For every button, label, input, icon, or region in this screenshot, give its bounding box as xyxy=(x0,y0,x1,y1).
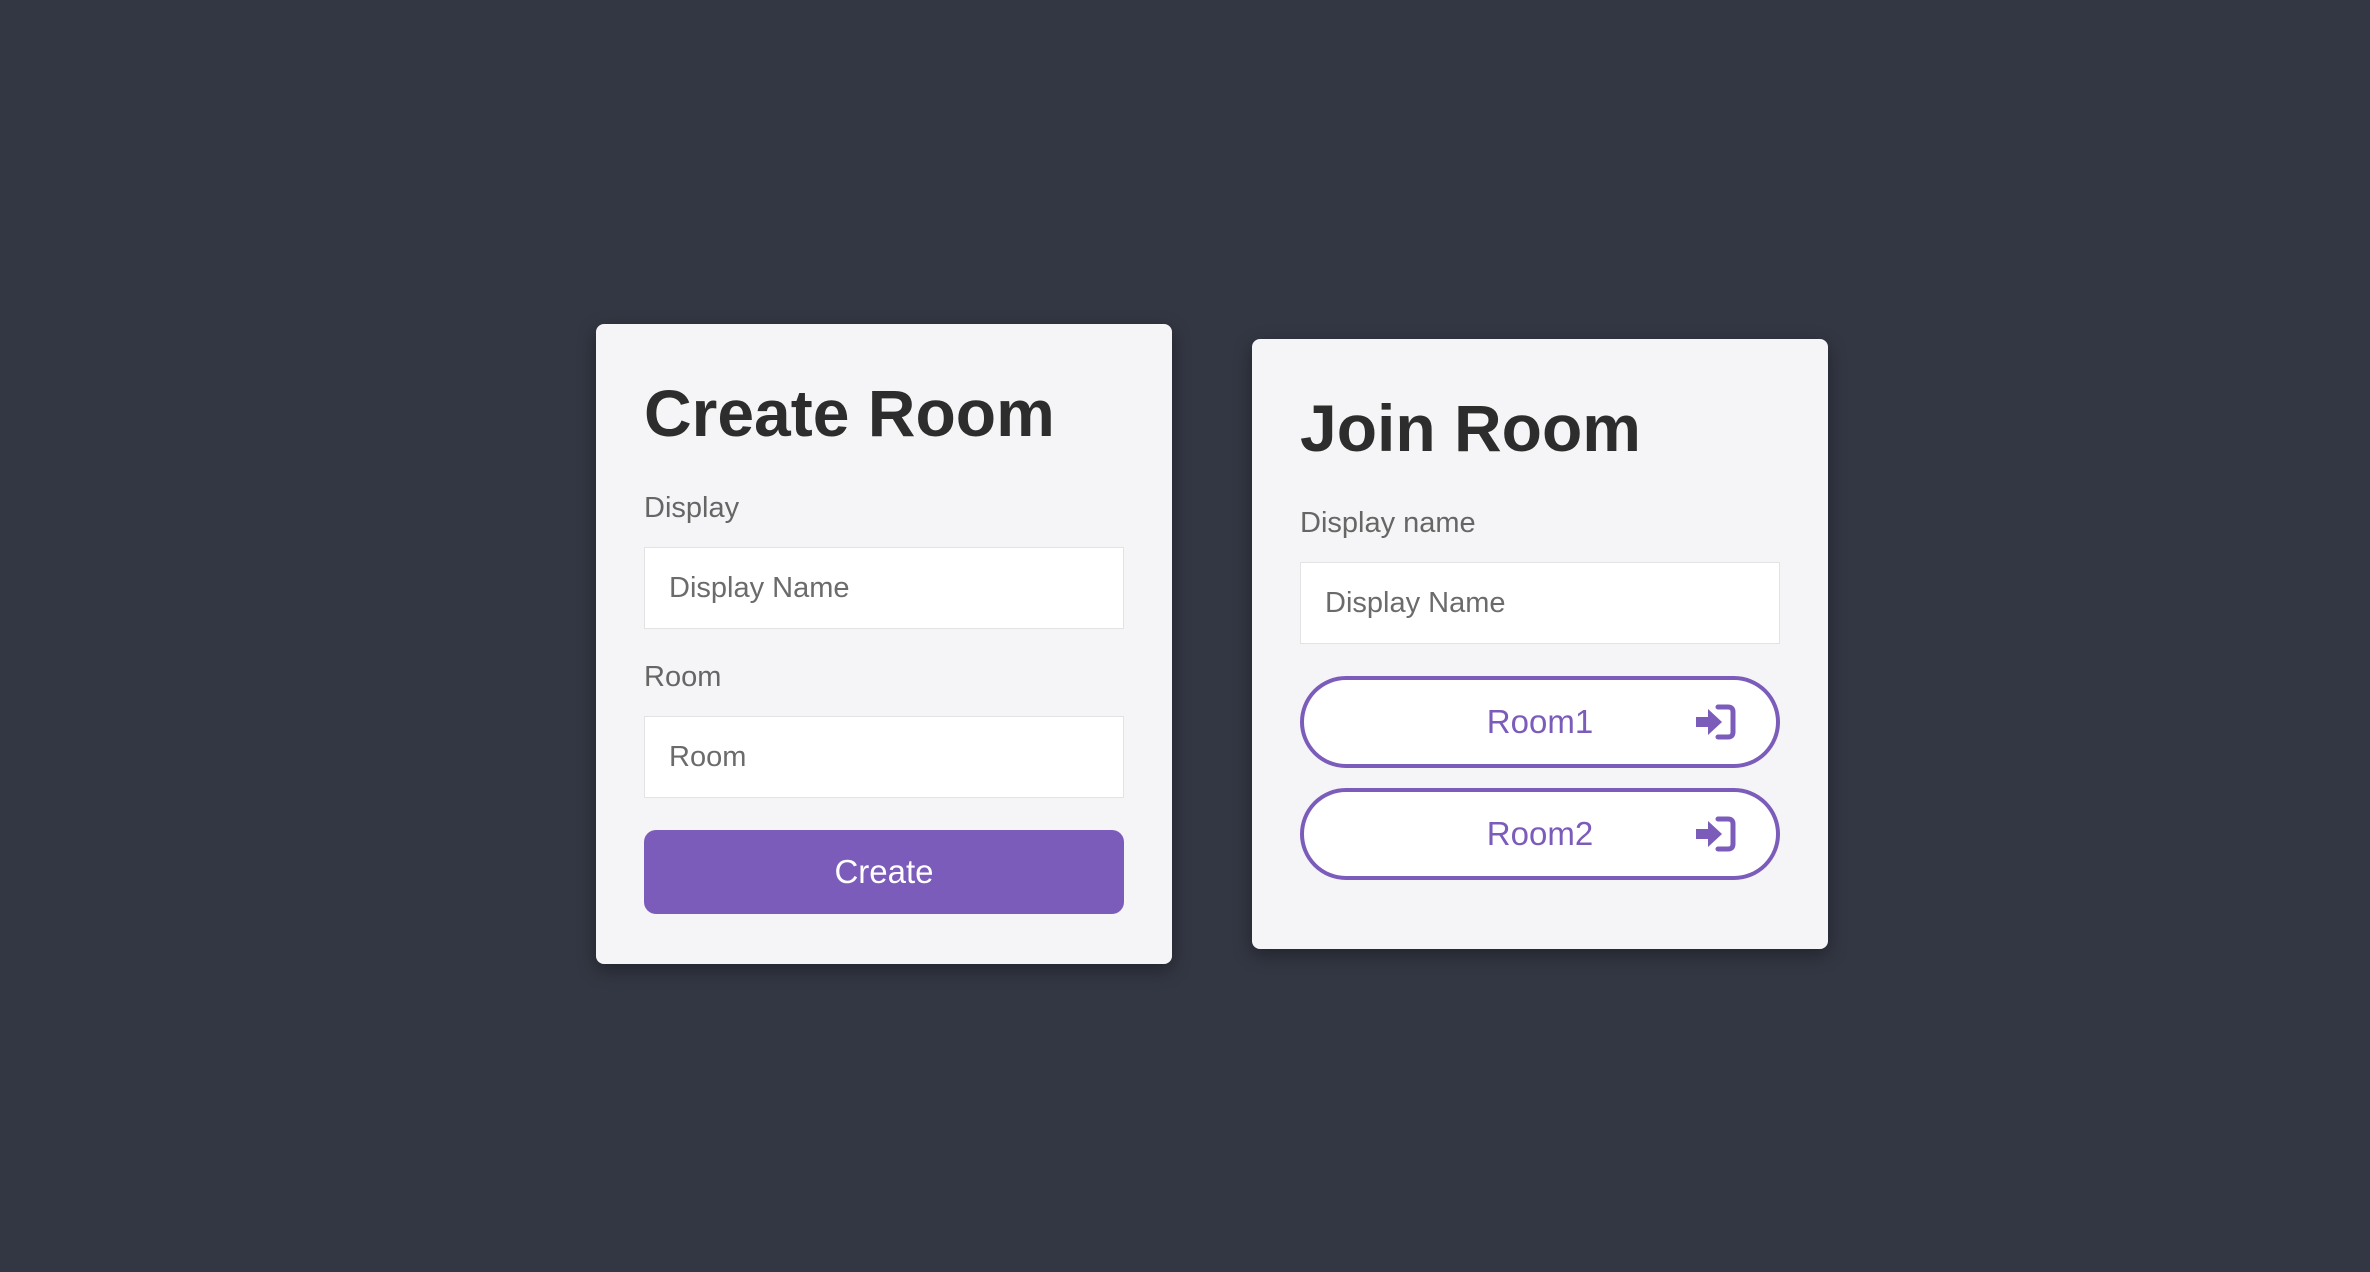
create-button[interactable]: Create xyxy=(644,830,1124,914)
create-room-card: Create Room Display Room Create xyxy=(596,324,1172,964)
join-display-label: Display name xyxy=(1300,507,1476,539)
sign-in-icon xyxy=(1696,816,1736,852)
room2-button[interactable]: Room2 xyxy=(1300,788,1780,880)
join-display-name-input[interactable] xyxy=(1300,562,1780,644)
room1-button[interactable]: Room1 xyxy=(1300,676,1780,768)
create-room-title: Create Room xyxy=(644,376,1055,450)
join-room-title: Join Room xyxy=(1300,391,1641,465)
room-label: Room xyxy=(644,661,722,693)
sign-in-icon xyxy=(1696,704,1736,740)
room-button-label: Room2 xyxy=(1486,815,1594,852)
join-room-card: Join Room Display name Room1 Room2 xyxy=(1252,339,1828,949)
display-name-input[interactable] xyxy=(644,547,1124,629)
room-button-label: Room1 xyxy=(1486,703,1594,740)
room-input[interactable] xyxy=(644,716,1124,798)
display-label: Display xyxy=(644,492,740,524)
